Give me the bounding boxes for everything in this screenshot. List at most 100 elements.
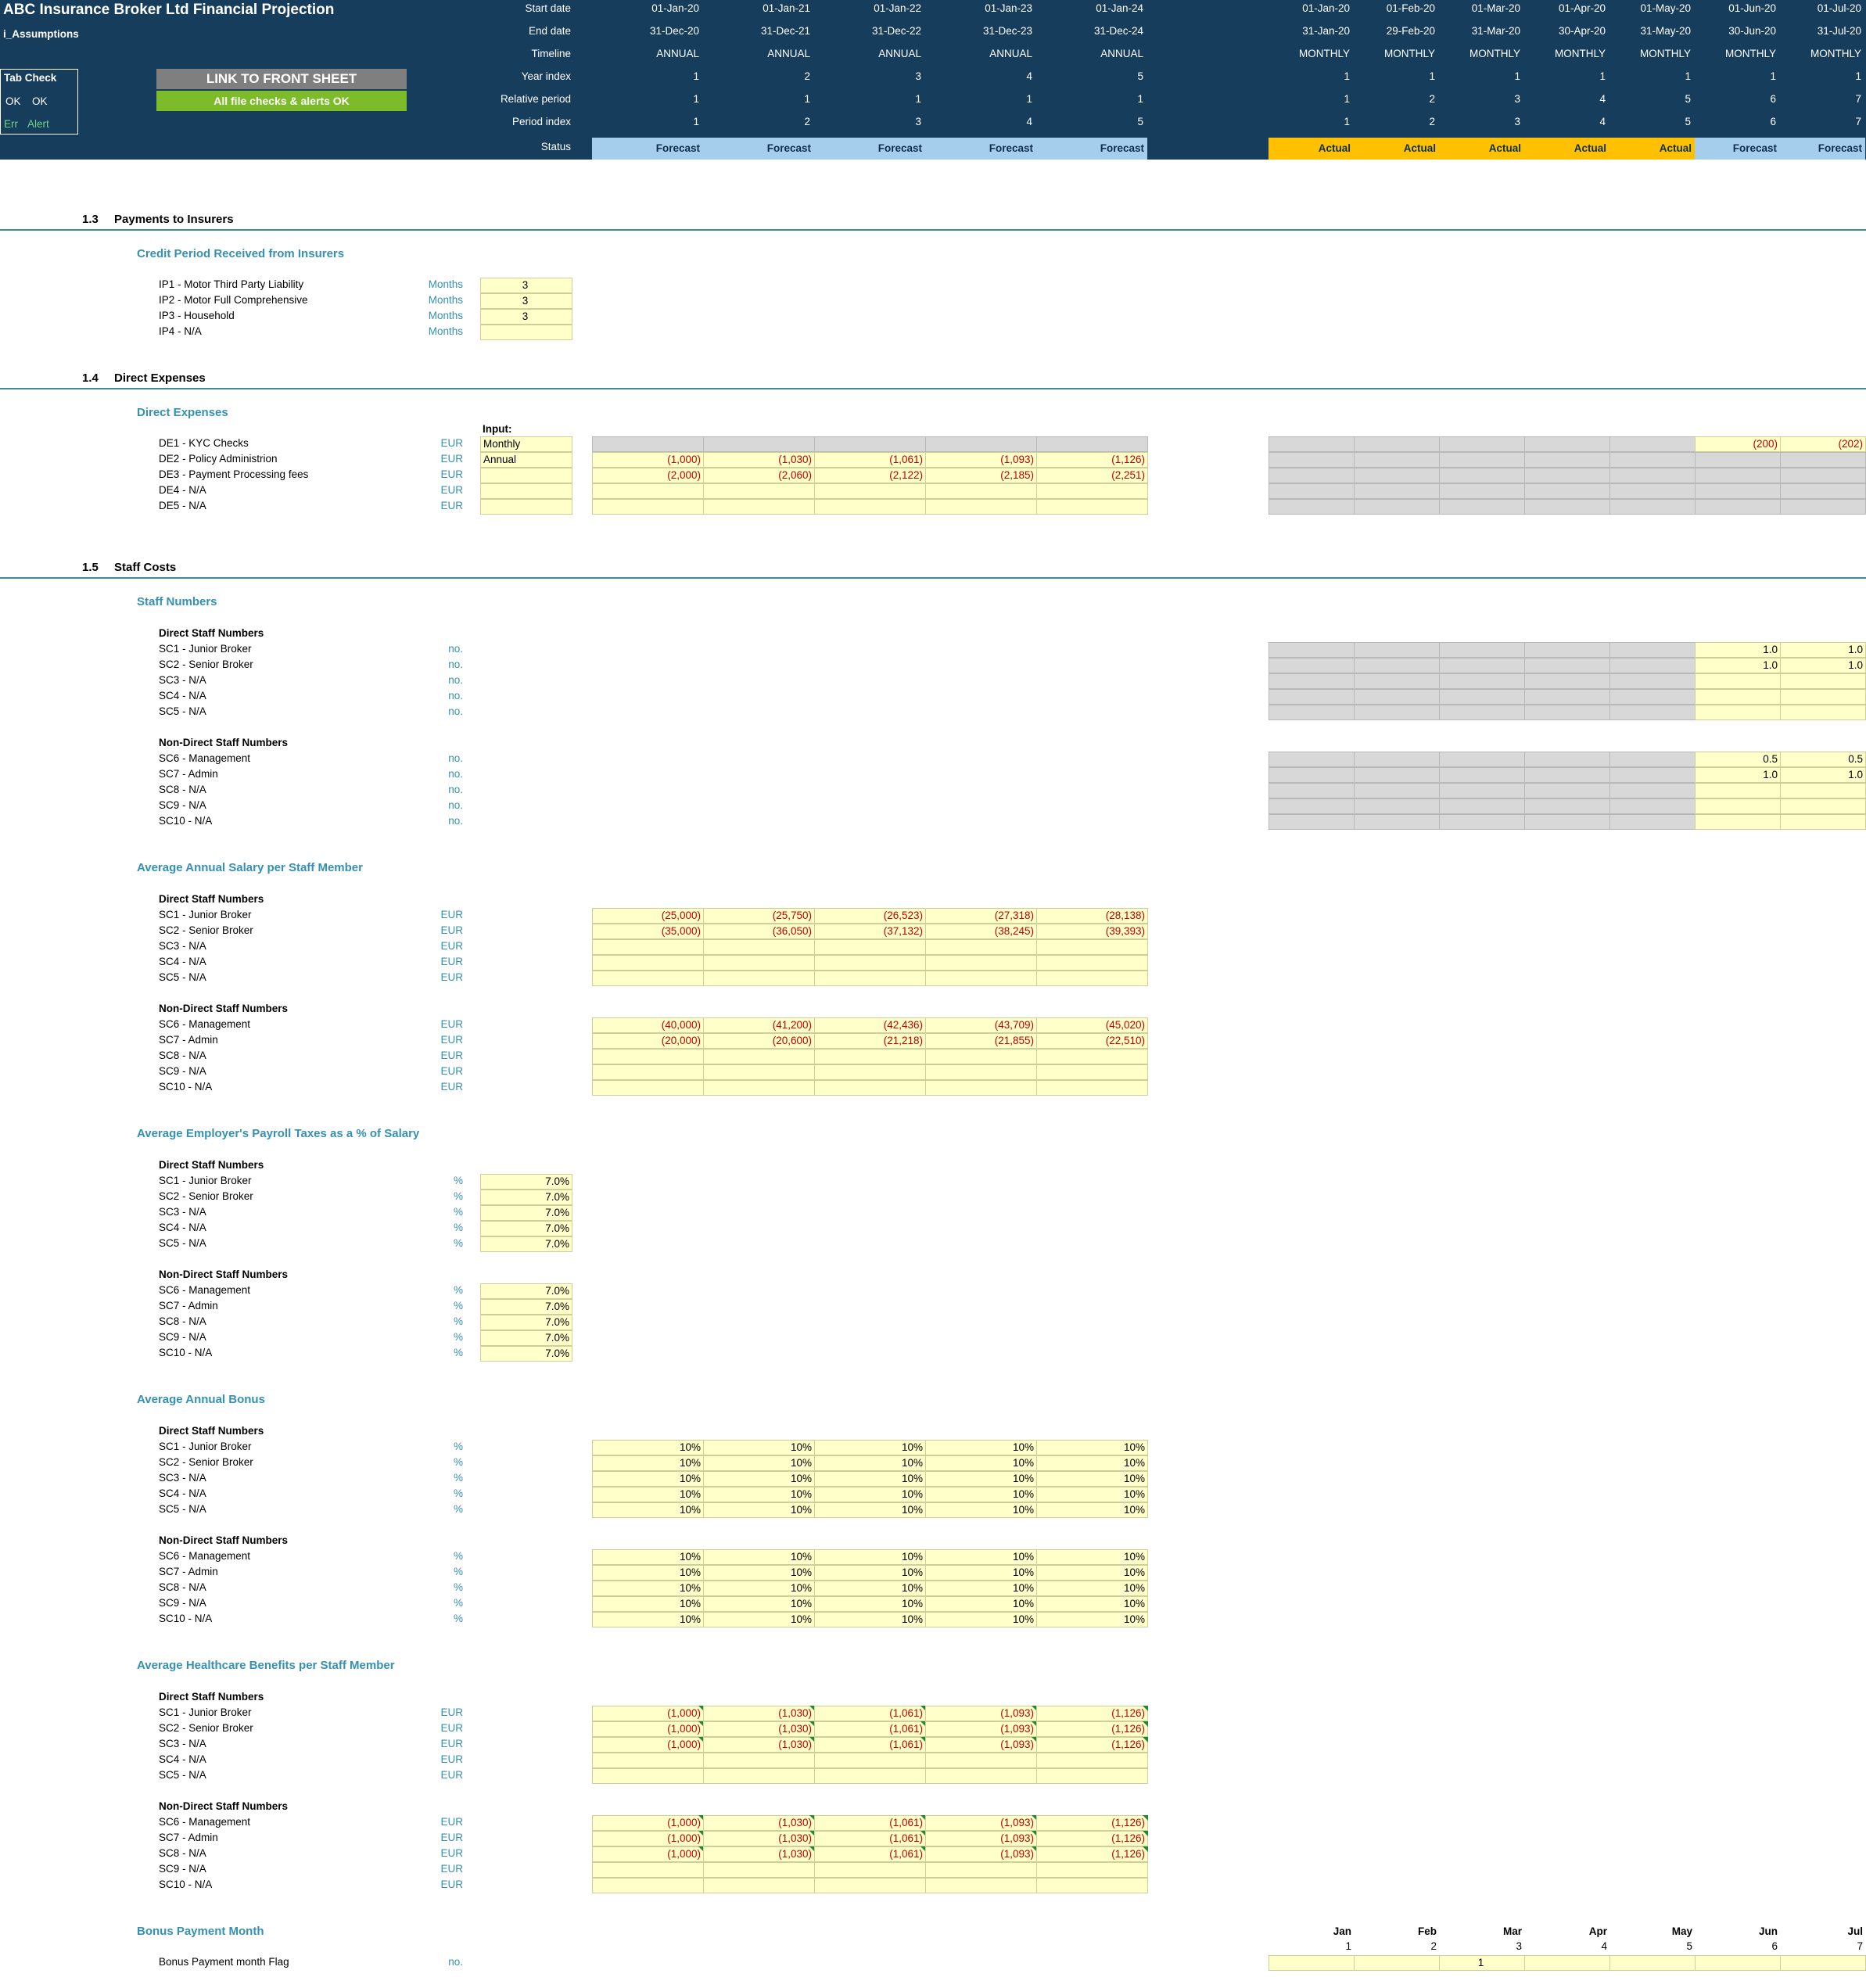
annual-value-cell[interactable]: (1,061)	[814, 1721, 926, 1737]
monthly-value-cell[interactable]	[1269, 452, 1355, 468]
monthly-value-cell[interactable]	[1269, 798, 1355, 814]
annual-value-cell[interactable]: (37,132)	[814, 924, 926, 939]
annual-value-cell[interactable]: (1,126)	[1036, 1721, 1148, 1737]
monthly-value-cell[interactable]	[1524, 436, 1610, 452]
annual-value-cell[interactable]: (2,185)	[925, 468, 1037, 483]
annual-value-cell[interactable]	[1036, 436, 1148, 452]
monthly-value-cell[interactable]	[1354, 798, 1440, 814]
monthly-value-cell[interactable]	[1695, 705, 1781, 720]
monthly-value-cell[interactable]	[1354, 642, 1440, 658]
annual-value-cell[interactable]: (40,000)	[592, 1017, 704, 1033]
annual-value-cell[interactable]: (1,093)	[925, 1831, 1037, 1846]
monthly-value-cell[interactable]	[1354, 452, 1440, 468]
monthly-value-cell[interactable]: 0.5	[1695, 752, 1781, 767]
annual-value-cell[interactable]: (1,030)	[703, 1737, 815, 1753]
input-type-cell[interactable]: Monthly	[480, 436, 572, 452]
annual-value-cell[interactable]: (2,122)	[814, 468, 926, 483]
annual-value-cell[interactable]: 10%	[703, 1455, 815, 1471]
annual-value-cell[interactable]	[592, 1064, 704, 1080]
annual-value-cell[interactable]	[703, 1049, 815, 1064]
annual-value-cell[interactable]: (1,061)	[814, 452, 926, 468]
monthly-value-cell[interactable]: 1.0	[1695, 642, 1781, 658]
input-type-cell[interactable]: Annual	[480, 452, 572, 468]
annual-value-cell[interactable]	[814, 1753, 926, 1768]
monthly-value-cell[interactable]	[1439, 673, 1525, 689]
annual-value-cell[interactable]: 10%	[703, 1565, 815, 1581]
annual-value-cell[interactable]	[1036, 1753, 1148, 1768]
monthly-value-cell[interactable]	[1609, 642, 1696, 658]
monthly-value-cell[interactable]	[1269, 658, 1355, 673]
annual-value-cell[interactable]	[703, 971, 815, 986]
payroll-tax-cell[interactable]: 7.0%	[480, 1236, 572, 1252]
annual-value-cell[interactable]: (2,251)	[1036, 468, 1148, 483]
monthly-value-cell[interactable]	[1695, 499, 1781, 515]
monthly-value-cell[interactable]	[1695, 783, 1781, 798]
monthly-value-cell[interactable]	[1780, 452, 1866, 468]
monthly-value-cell[interactable]	[1695, 452, 1781, 468]
bonus-flag-cell[interactable]	[1695, 1955, 1781, 1971]
annual-value-cell[interactable]: (1,030)	[703, 1721, 815, 1737]
annual-value-cell[interactable]: 10%	[925, 1549, 1037, 1565]
monthly-value-cell[interactable]	[1439, 689, 1525, 705]
monthly-value-cell[interactable]	[1269, 689, 1355, 705]
annual-value-cell[interactable]	[703, 499, 815, 515]
annual-value-cell[interactable]: (39,393)	[1036, 924, 1148, 939]
annual-value-cell[interactable]: 10%	[703, 1612, 815, 1627]
annual-value-cell[interactable]	[592, 436, 704, 452]
monthly-value-cell[interactable]	[1695, 483, 1781, 499]
annual-value-cell[interactable]: (1,126)	[1036, 1737, 1148, 1753]
annual-value-cell[interactable]: (36,050)	[703, 924, 815, 939]
monthly-value-cell[interactable]: (202)	[1780, 436, 1866, 452]
annual-value-cell[interactable]: (45,020)	[1036, 1017, 1148, 1033]
annual-value-cell[interactable]: (38,245)	[925, 924, 1037, 939]
monthly-value-cell[interactable]	[1524, 452, 1610, 468]
annual-value-cell[interactable]	[1036, 955, 1148, 971]
annual-value-cell[interactable]: 10%	[814, 1581, 926, 1596]
annual-value-cell[interactable]: (1,000)	[592, 1815, 704, 1831]
annual-value-cell[interactable]: (1,126)	[1036, 1831, 1148, 1846]
annual-value-cell[interactable]: (43,709)	[925, 1017, 1037, 1033]
monthly-value-cell[interactable]	[1354, 468, 1440, 483]
annual-value-cell[interactable]: (1,093)	[925, 1815, 1037, 1831]
annual-value-cell[interactable]: 10%	[814, 1487, 926, 1502]
annual-value-cell[interactable]	[592, 939, 704, 955]
annual-value-cell[interactable]: (2,000)	[592, 468, 704, 483]
payroll-tax-cell[interactable]: 7.0%	[480, 1190, 572, 1205]
annual-value-cell[interactable]	[925, 1064, 1037, 1080]
monthly-value-cell[interactable]: 1.0	[1695, 767, 1781, 783]
payroll-tax-cell[interactable]: 7.0%	[480, 1283, 572, 1299]
monthly-value-cell[interactable]	[1439, 752, 1525, 767]
annual-value-cell[interactable]: 10%	[592, 1487, 704, 1502]
annual-value-cell[interactable]	[814, 1768, 926, 1784]
monthly-value-cell[interactable]	[1609, 499, 1696, 515]
monthly-value-cell[interactable]	[1609, 483, 1696, 499]
annual-value-cell[interactable]: 10%	[925, 1612, 1037, 1627]
monthly-value-cell[interactable]	[1354, 705, 1440, 720]
annual-value-cell[interactable]: (1,061)	[814, 1706, 926, 1721]
monthly-value-cell[interactable]	[1269, 767, 1355, 783]
annual-value-cell[interactable]: 10%	[925, 1581, 1037, 1596]
bonus-flag-cell[interactable]	[1269, 1955, 1355, 1971]
annual-value-cell[interactable]: (22,510)	[1036, 1033, 1148, 1049]
annual-value-cell[interactable]	[814, 483, 926, 499]
monthly-value-cell[interactable]	[1354, 499, 1440, 515]
monthly-value-cell[interactable]	[1439, 452, 1525, 468]
monthly-value-cell[interactable]	[1439, 814, 1525, 830]
annual-value-cell[interactable]	[703, 1768, 815, 1784]
annual-value-cell[interactable]: (1,126)	[1036, 1815, 1148, 1831]
annual-value-cell[interactable]: 10%	[925, 1502, 1037, 1518]
monthly-value-cell[interactable]	[1609, 689, 1696, 705]
annual-value-cell[interactable]: 10%	[592, 1455, 704, 1471]
annual-value-cell[interactable]: 10%	[703, 1549, 815, 1565]
annual-value-cell[interactable]: 10%	[814, 1612, 926, 1627]
annual-value-cell[interactable]: 10%	[592, 1440, 704, 1455]
annual-value-cell[interactable]: (1,030)	[703, 1846, 815, 1862]
annual-value-cell[interactable]: (1,061)	[814, 1831, 926, 1846]
annual-value-cell[interactable]: (21,855)	[925, 1033, 1037, 1049]
monthly-value-cell[interactable]	[1609, 705, 1696, 720]
annual-value-cell[interactable]: 10%	[592, 1612, 704, 1627]
monthly-value-cell[interactable]	[1354, 767, 1440, 783]
monthly-value-cell[interactable]	[1269, 499, 1355, 515]
annual-value-cell[interactable]	[1036, 1862, 1148, 1878]
monthly-value-cell[interactable]	[1439, 658, 1525, 673]
